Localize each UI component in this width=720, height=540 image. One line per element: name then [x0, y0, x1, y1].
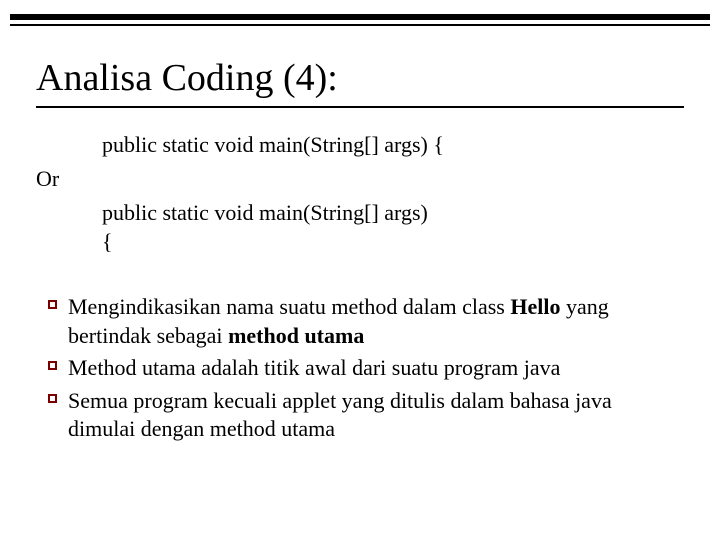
- slide: Analisa Coding (4): public static void m…: [0, 0, 720, 540]
- bullet-text-segment: Mengindikasikan nama suatu method dalam …: [68, 294, 510, 319]
- code-line-1: public static void main(String[] args) {: [102, 130, 684, 160]
- bullet-text-segment: Semua program kecuali applet yang dituli…: [68, 388, 612, 442]
- code-line-2a: public static void main(String[] args): [102, 198, 684, 228]
- bullet-text-bold: method utama: [228, 323, 364, 348]
- list-item: Semua program kecuali applet yang dituli…: [36, 387, 684, 444]
- or-label: Or: [36, 166, 684, 192]
- bullet-text: Mengindikasikan nama suatu method dalam …: [68, 293, 684, 350]
- slide-title: Analisa Coding (4):: [36, 58, 684, 108]
- list-item: Mengindikasikan nama suatu method dalam …: [36, 293, 684, 350]
- bullet-text-segment: Method utama adalah titik awal dari suat…: [68, 355, 560, 380]
- bullet-text: Method utama adalah titik awal dari suat…: [68, 354, 684, 383]
- bullet-list: Mengindikasikan nama suatu method dalam …: [36, 293, 684, 444]
- slide-body: public static void main(String[] args) {…: [36, 130, 684, 448]
- list-item: Method utama adalah titik awal dari suat…: [36, 354, 684, 383]
- square-bullet-icon: [36, 354, 68, 370]
- code-line-2b: {: [102, 227, 684, 257]
- top-decorative-line: [10, 24, 710, 26]
- bullet-text-bold: Hello: [510, 294, 560, 319]
- square-bullet-icon: [36, 387, 68, 403]
- bullet-text: Semua program kecuali applet yang dituli…: [68, 387, 684, 444]
- code-block-2: public static void main(String[] args) {: [102, 198, 684, 257]
- square-bullet-icon: [36, 293, 68, 309]
- top-decorative-band: [10, 14, 710, 20]
